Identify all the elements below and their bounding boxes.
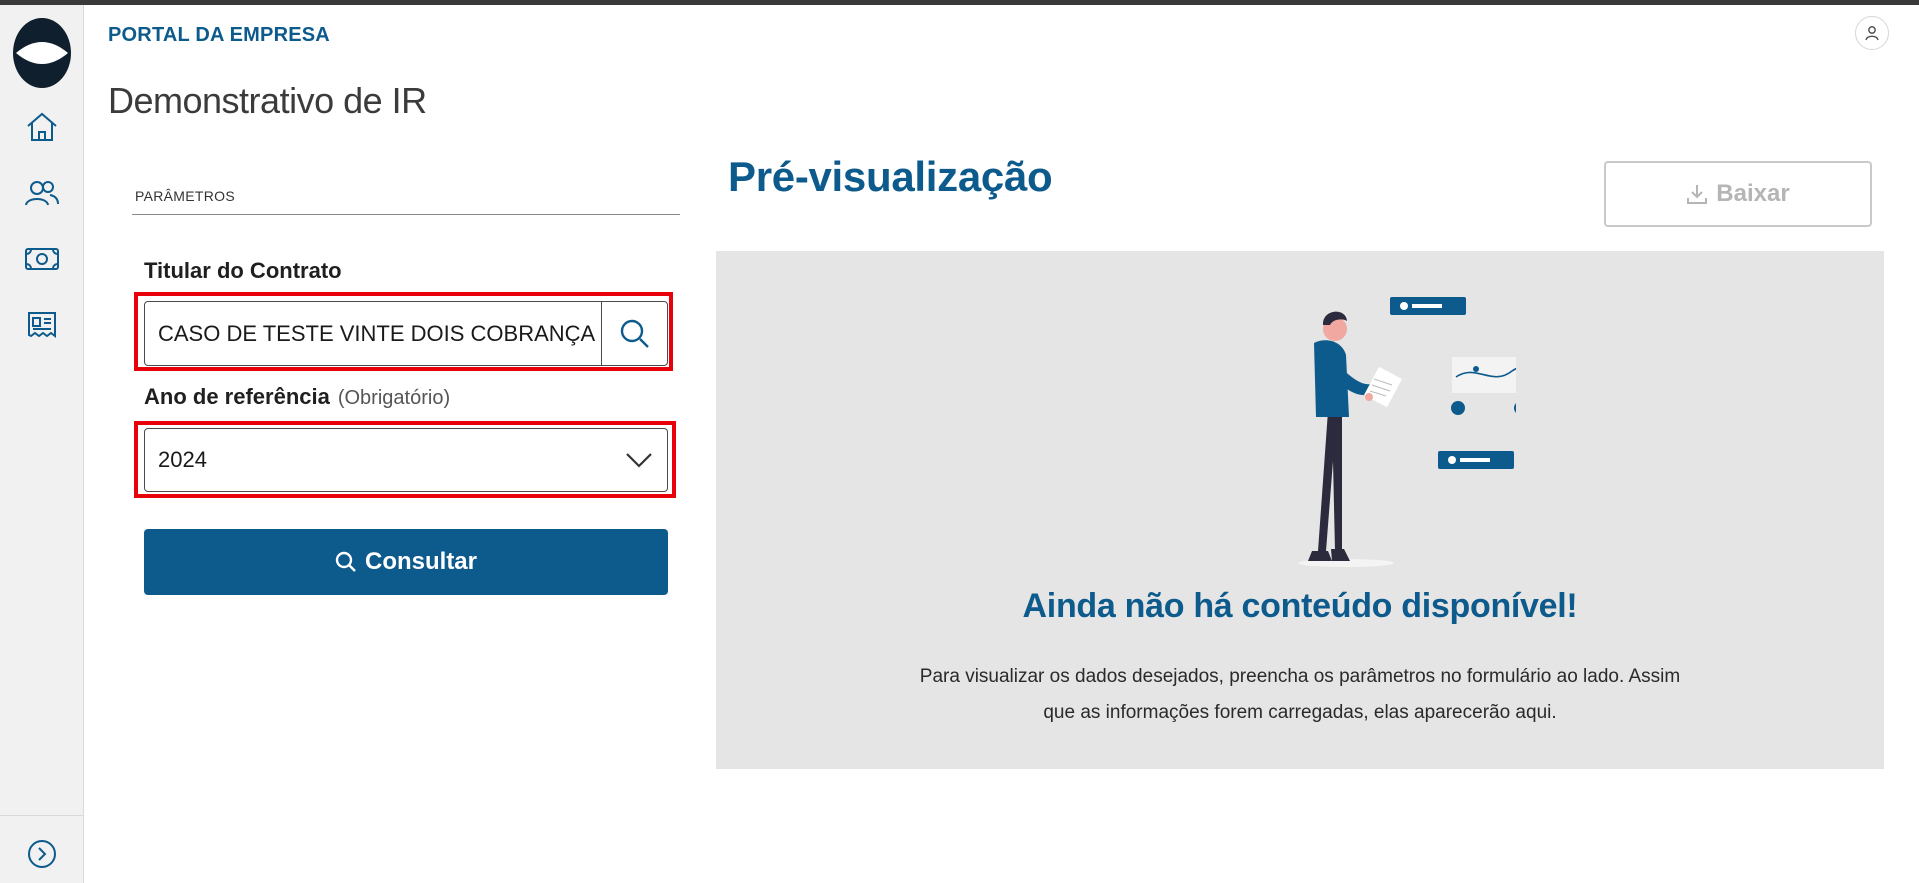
- sidebar-expand-icon[interactable]: [22, 834, 62, 874]
- holder-input[interactable]: CASO DE TESTE VINTE DOIS COBRANÇA: [145, 321, 601, 347]
- top-border: [0, 0, 1919, 5]
- year-select[interactable]: 2024: [144, 428, 668, 492]
- download-button-label: Baixar: [1716, 180, 1790, 207]
- empty-state-description: Para visualizar os dados desejados, pree…: [919, 666, 1681, 723]
- holder-field[interactable]: CASO DE TESTE VINTE DOIS COBRANÇA: [144, 301, 668, 366]
- preview-panel: Ainda não há conteúdo disponível! Para v…: [716, 251, 1884, 769]
- nav-home-icon[interactable]: [20, 105, 64, 149]
- sidebar-divider: [0, 815, 84, 816]
- search-icon: [335, 551, 356, 572]
- sidebar: [0, 5, 84, 883]
- year-required-hint: (Obrigatório): [337, 387, 451, 409]
- user-avatar-icon[interactable]: [1855, 16, 1889, 50]
- year-select-value[interactable]: 2024: [145, 447, 611, 473]
- holder-label: Titular do Contrato: [144, 258, 342, 283]
- company-logo[interactable]: [12, 17, 72, 89]
- nav-money-icon[interactable]: [20, 237, 64, 281]
- year-label: Ano de referência (Obrigatório): [144, 384, 451, 409]
- page-title: Demonstrativo de IR: [108, 80, 427, 121]
- preview-title: Pré-visualização: [728, 153, 1053, 200]
- download-button[interactable]: Baixar: [1604, 161, 1872, 227]
- consult-button[interactable]: Consultar: [144, 529, 668, 595]
- empty-state-title: Ainda não há conteúdo disponível!: [1022, 587, 1578, 625]
- consult-button-label: Consultar: [364, 548, 477, 575]
- parameters-section-label: PARÂMETROS: [135, 188, 235, 204]
- chevron-down-icon[interactable]: [611, 429, 667, 491]
- nav-statement-icon[interactable]: [20, 303, 64, 347]
- nav-users-icon[interactable]: [20, 171, 64, 215]
- empty-state-illustration: [1298, 297, 1516, 567]
- holder-search-icon[interactable]: [601, 302, 667, 365]
- section-divider: [132, 214, 680, 215]
- download-icon: [1687, 185, 1708, 204]
- portal-brand[interactable]: PORTAL DA EMPRESA: [108, 24, 330, 47]
